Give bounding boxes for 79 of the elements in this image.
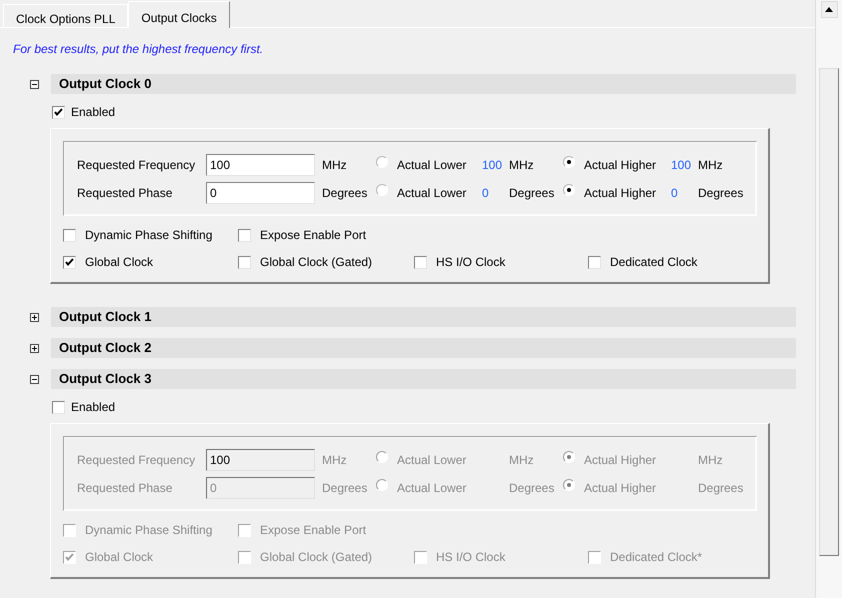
field-label: Requested Frequency: [77, 452, 196, 469]
radio-button[interactable]: [563, 451, 575, 463]
radio-button[interactable]: [563, 156, 575, 168]
scroll-up-button[interactable]: [820, 1, 838, 18]
checkbox[interactable]: [63, 524, 76, 536]
checkbox-label: Dynamic Phase Shifting: [85, 227, 212, 244]
checkbox[interactable]: [63, 228, 76, 242]
input-field[interactable]: 100: [206, 154, 315, 176]
checkbox[interactable]: [238, 256, 251, 268]
section-header[interactable]: Output Clock 2: [51, 338, 796, 358]
radio-button[interactable]: [376, 156, 388, 168]
tab[interactable]: Output Clocks: [128, 1, 230, 28]
radio-label: Actual Higher: [584, 480, 658, 497]
hint-text: For best results, put the highest frequency first.: [13, 41, 264, 56]
unit-label: Degrees: [322, 480, 368, 497]
up-arrow-icon: [825, 7, 833, 12]
field-label: Requested Phase: [77, 480, 174, 497]
checkbox[interactable]: [52, 400, 65, 414]
radio-button[interactable]: [563, 184, 575, 196]
unit-label: MHz: [322, 157, 348, 174]
checkbox-label: Dedicated Clock: [610, 254, 698, 271]
radio-button[interactable]: [563, 479, 575, 491]
unit-label: Degrees: [509, 480, 556, 497]
expand-icon[interactable]: [30, 344, 39, 352]
radio-label: Actual Lower: [397, 157, 468, 174]
section-header[interactable]: Output Clock 1: [51, 307, 796, 327]
checkbox[interactable]: [414, 256, 427, 268]
checkbox-label: Enabled: [71, 399, 116, 416]
radio-label: Actual Lower: [397, 452, 468, 469]
radio-label: Actual Lower: [397, 480, 468, 497]
checkbox-label: Global Clock: [85, 549, 154, 566]
value-text: 0: [671, 185, 679, 202]
checkbox[interactable]: [238, 550, 251, 564]
value-text: 100: [671, 157, 692, 174]
value-text: 100: [482, 157, 504, 174]
collapse-icon[interactable]: [30, 80, 39, 88]
section-header[interactable]: Output Clock 0: [51, 74, 796, 94]
checkbox-label: Dynamic Phase Shifting: [85, 522, 212, 539]
checkbox-label: Global Clock (Gated): [260, 549, 372, 566]
section-header[interactable]: Output Clock 3: [51, 369, 796, 389]
checkbox-label: Global Clock: [85, 254, 154, 271]
radio-label: Actual Higher: [584, 157, 658, 174]
unit-label: Degrees: [698, 185, 744, 202]
checkbox-label: HS I/O Clock: [436, 254, 506, 271]
checkbox-label: Enabled: [71, 104, 116, 121]
input-field[interactable]: 0: [206, 182, 315, 204]
checkbox-label: Expose Enable Port: [260, 227, 366, 244]
unit-label: Degrees: [322, 185, 368, 202]
checkbox[interactable]: [414, 550, 427, 564]
expand-icon[interactable]: [30, 312, 39, 322]
radio-label: Actual Higher: [584, 185, 658, 202]
radio-button[interactable]: [376, 184, 388, 196]
checkbox[interactable]: [52, 106, 65, 118]
checkbox[interactable]: [63, 256, 76, 268]
radio-button[interactable]: [376, 479, 388, 491]
unit-label: MHz: [698, 452, 723, 469]
unit-label: MHz: [509, 157, 535, 174]
checkbox-label: Expose Enable Port: [260, 522, 366, 539]
field-label: Requested Phase: [77, 185, 174, 202]
field-label: Requested Frequency: [77, 157, 196, 174]
radio-button[interactable]: [376, 451, 388, 463]
collapse-icon[interactable]: [30, 374, 39, 384]
unit-label: MHz: [509, 452, 535, 469]
unit-label: MHz: [698, 157, 723, 174]
checkbox[interactable]: [238, 228, 251, 242]
radio-label: Actual Higher: [584, 452, 658, 469]
checkbox[interactable]: [63, 550, 76, 564]
tab[interactable]: Clock Options PLL: [3, 4, 128, 27]
unit-label: Degrees: [509, 185, 556, 202]
unit-label: Degrees: [698, 480, 744, 497]
checkbox[interactable]: [588, 550, 601, 564]
radio-label: Actual Lower: [397, 185, 468, 202]
checkbox-label: Global Clock (Gated): [260, 254, 372, 271]
value-text: 0: [482, 185, 490, 202]
checkbox[interactable]: [238, 524, 251, 536]
checkbox-label: Dedicated Clock*: [610, 549, 702, 566]
checkbox[interactable]: [588, 256, 601, 268]
unit-label: MHz: [322, 452, 348, 469]
checkbox-label: HS I/O Clock: [436, 549, 506, 566]
